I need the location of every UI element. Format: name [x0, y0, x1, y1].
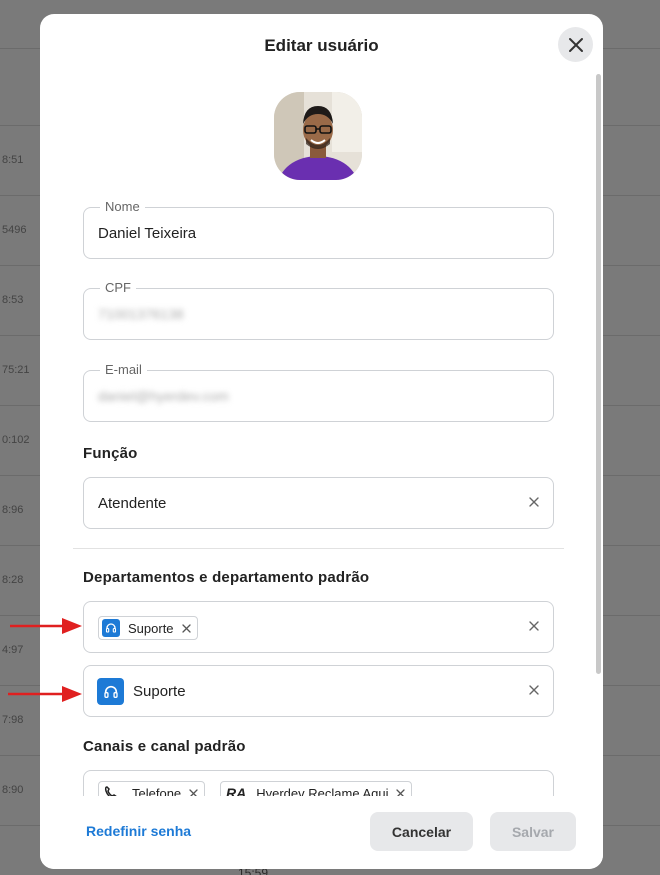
clear-icon [529, 621, 539, 631]
department-chip: Suporte [98, 616, 198, 640]
email-field[interactable]: E-mail daniel@hyerdev.com [83, 362, 554, 422]
departments-section-title: Departamentos e departamento padrão [83, 569, 370, 586]
clear-departments-button[interactable] [525, 617, 543, 635]
remove-department-chip-button[interactable] [181, 623, 191, 633]
email-label: E-mail [100, 362, 147, 377]
name-value: Daniel Teixeira [98, 225, 197, 242]
default-department-select[interactable]: Suporte [83, 665, 554, 717]
clear-icon [529, 497, 539, 507]
headset-icon [97, 678, 124, 705]
annotation-arrow [10, 618, 82, 634]
close-button[interactable] [558, 27, 593, 62]
annotation-arrow [8, 686, 82, 702]
clear-icon [529, 685, 539, 695]
email-value: daniel@hyerdev.com [98, 388, 229, 404]
avatar-photo [274, 92, 362, 180]
department-chip-label: Suporte [128, 620, 174, 636]
role-value: Atendente [98, 495, 167, 512]
cancel-button[interactable]: Cancelar [370, 812, 473, 851]
role-select[interactable]: Atendente [83, 477, 554, 529]
section-divider [73, 548, 564, 549]
cpf-value: 71001376138 [98, 306, 184, 322]
save-button[interactable]: Salvar [490, 812, 576, 851]
name-field[interactable]: Nome Daniel Teixeira [83, 199, 554, 259]
reset-password-button[interactable]: Redefinir senha [86, 823, 191, 839]
departments-select[interactable]: Suporte [83, 601, 554, 653]
headset-icon [102, 619, 120, 637]
scrollbar[interactable] [596, 74, 601, 674]
edit-user-modal: Editar usuário Nome Daniel Teixeira CPF … [40, 14, 603, 869]
default-department-value: Suporte [133, 683, 186, 700]
role-section-title: Função [83, 445, 138, 462]
cpf-label: CPF [100, 280, 136, 295]
modal-title: Editar usuário [264, 36, 379, 55]
close-icon [568, 37, 583, 52]
channels-section-title: Canais e canal padrão [83, 738, 246, 755]
name-label: Nome [100, 199, 145, 214]
clear-role-button[interactable] [525, 493, 543, 511]
cpf-field[interactable]: CPF 71001376138 [83, 280, 554, 340]
clear-default-department-button[interactable] [525, 681, 543, 699]
avatar[interactable] [274, 92, 362, 180]
close-icon [181, 623, 191, 633]
modal-footer: Redefinir senha Cancelar Salvar [40, 796, 603, 869]
